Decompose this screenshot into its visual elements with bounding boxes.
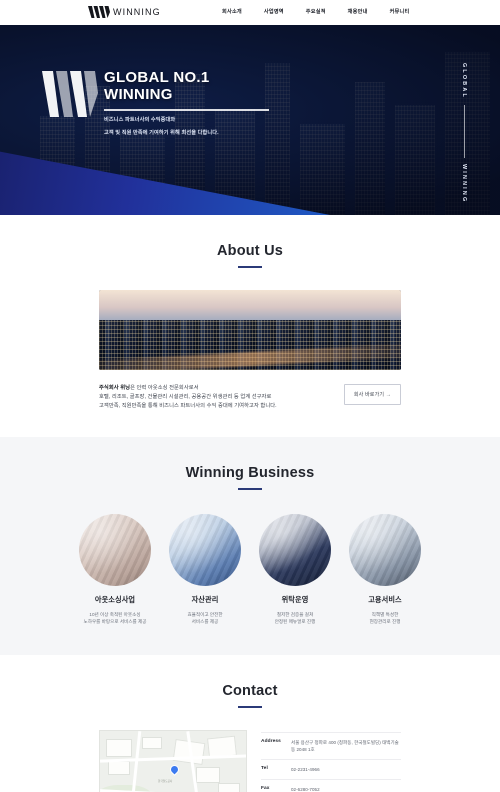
- map-location-pin-icon: [168, 762, 181, 777]
- contact-key: Tel: [261, 766, 268, 771]
- nav-item-community[interactable]: 커뮤니티: [390, 8, 410, 15]
- business-card-title: 고용서비스: [368, 595, 402, 604]
- nav-item-recruit[interactable]: 채용안내: [348, 8, 368, 15]
- hero-subtitle-line2: 고객 및 직원 만족에 기여하기 위해 최선을 다합니다.: [104, 130, 219, 136]
- business-card-desc: 10년 이상 축적된 아웃소싱 노하우를 바탕으로 서비스를 제공: [79, 611, 151, 625]
- hero-content: GLOBAL NO.1 WINNING 비즈니스 파트너사의 수익증대와 고객 …: [42, 69, 302, 137]
- contact-row-fax: Fax 02-6280-7052: [261, 780, 401, 792]
- hero-divider: [104, 109, 269, 111]
- about-line3: 고객만족, 직원만족을 통해 비즈니스 파트너사의 수익 증대에 기여하고자 합…: [99, 403, 277, 409]
- hero-title-line1: GLOBAL NO.1: [104, 69, 210, 86]
- contact-value: 02-2231-4966: [291, 767, 320, 772]
- about-body: 주식회사 위닝은 인력 아웃소싱 전문회사로서 호텔, 리조트, 골프장, 건물…: [99, 384, 401, 411]
- business-card[interactable]: 자산관리 효율적이고 안전한 서비스를 제공: [169, 514, 241, 625]
- business-card-image: [349, 514, 421, 586]
- business-card[interactable]: 고용서비스 직책별 특성한 현장관리로 진행: [349, 514, 421, 625]
- business-section: Winning Business 아웃소싱사업 10년 이상 축적된 아웃소싱 …: [0, 437, 500, 655]
- logo[interactable]: WINNING: [88, 6, 161, 18]
- contact-section: Contact 한국철도공사 Address 서울 용산구 청파로 400 (청…: [0, 655, 500, 792]
- business-card[interactable]: 위탁운영 철저한 검증을 걸쳐 안정된 매뉴얼로 진행: [259, 514, 331, 625]
- contact-key: Address: [261, 739, 281, 744]
- about-title-underline: [238, 266, 262, 268]
- business-card-desc-line2: 안정된 매뉴얼로 진행: [274, 619, 316, 624]
- contact-key: Fax: [261, 786, 270, 791]
- business-card-image: [169, 514, 241, 586]
- location-map[interactable]: 한국철도공사: [99, 730, 247, 792]
- business-card-title: 자산관리: [191, 595, 219, 604]
- winning-w-mark-icon: [88, 6, 110, 18]
- business-title: Winning Business: [185, 465, 315, 481]
- about-line2: 호텔, 리조트, 골프장, 건물관리 시설관리, 공용공간 위생관리 등 업계 …: [99, 394, 272, 400]
- business-card-desc: 효율적이고 안전한 서비스를 제공: [169, 611, 241, 625]
- winning-w-watermark-icon: [42, 71, 98, 117]
- main-nav: 회사소개 사업영역 주요실적 채용안내 커뮤니티: [222, 8, 409, 15]
- business-card-desc-line2: 현장관리로 진행: [369, 619, 401, 624]
- business-card-desc-line1: 효율적이고 안전한: [187, 612, 223, 617]
- business-card-image: [259, 514, 331, 586]
- business-card-title: 아웃소싱사업: [94, 595, 136, 604]
- business-card-desc-line1: 철저한 검증을 걸쳐: [276, 612, 314, 617]
- about-image: [99, 290, 401, 370]
- about-more-button[interactable]: 회사 바로가기 →: [343, 384, 401, 405]
- contact-value: 서울 용산구 청파로 400 (청파동, 한국철도빌딩) 태백기술동 2048 …: [291, 740, 399, 752]
- about-company-name: 주식회사 위닝: [99, 385, 131, 391]
- business-card-image: [79, 514, 151, 586]
- business-card-title: 위탁운영: [281, 595, 309, 604]
- business-card[interactable]: 아웃소싱사업 10년 이상 축적된 아웃소싱 노하우를 바탕으로 서비스를 제공: [79, 514, 151, 625]
- nav-item-company[interactable]: 회사소개: [222, 8, 242, 15]
- hero-vertical-label: GLOBAL WINNING: [456, 63, 472, 203]
- about-paragraph: 주식회사 위닝은 인력 아웃소싱 전문회사로서 호텔, 리조트, 골프장, 건물…: [99, 384, 277, 411]
- hero-title-line2: WINNING: [104, 86, 173, 103]
- logo-text: WINNING: [113, 7, 161, 17]
- contact-info-list: Address 서울 용산구 청파로 400 (청파동, 한국철도빌딩) 태백기…: [261, 730, 401, 792]
- business-card-list: 아웃소싱사업 10년 이상 축적된 아웃소싱 노하우를 바탕으로 서비스를 제공…: [0, 514, 500, 625]
- nav-item-business[interactable]: 사업영역: [264, 8, 284, 15]
- site-header: WINNING 회사소개 사업영역 주요실적 채용안내 커뮤니티: [0, 0, 500, 25]
- business-title-underline: [238, 488, 262, 490]
- business-card-desc: 철저한 검증을 걸쳐 안정된 매뉴얼로 진행: [259, 611, 331, 625]
- contact-title: Contact: [222, 683, 278, 699]
- contact-row-address: Address 서울 용산구 청파로 400 (청파동, 한국철도빌딩) 태백기…: [261, 732, 401, 760]
- business-card-desc-line2: 노하우를 바탕으로 서비스를 제공: [83, 619, 147, 624]
- contact-body: 한국철도공사 Address 서울 용산구 청파로 400 (청파동, 한국철도…: [99, 730, 401, 792]
- hero-vertical-bottom: WINNING: [461, 163, 467, 203]
- about-line1-rest: 은 인력 아웃소싱 전문회사로서: [130, 385, 199, 391]
- contact-value: 02-6280-7052: [291, 787, 320, 792]
- about-title: About Us: [216, 243, 284, 259]
- page-root: WINNING 회사소개 사업영역 주요실적 채용안내 커뮤니티 GLOBAL …: [0, 0, 500, 792]
- business-card-desc-line1: 10년 이상 축적된 아웃소싱: [89, 612, 141, 617]
- business-card-desc-line1: 직책별 특성한: [371, 612, 399, 617]
- hero-banner: GLOBAL NO.1 WINNING 비즈니스 파트너사의 수익증대와 고객 …: [0, 25, 500, 215]
- nav-item-performance[interactable]: 주요실적: [306, 8, 326, 15]
- hero-vertical-top: GLOBAL: [461, 63, 467, 99]
- map-place-label: 한국철도공사: [158, 780, 173, 783]
- about-section: About Us 주식회사 위닝은 인력 아웃소싱 전문회사로서 호텔, 리조트…: [0, 215, 500, 437]
- hero-vertical-line: [463, 104, 465, 158]
- contact-row-tel: Tel 02-2231-4966: [261, 760, 401, 780]
- hero-subtitle-line1: 비즈니스 파트너사의 수익증대와: [104, 117, 176, 123]
- business-card-desc: 직책별 특성한 현장관리로 진행: [349, 611, 421, 625]
- contact-title-underline: [238, 706, 262, 708]
- business-card-desc-line2: 서비스를 제공: [191, 619, 219, 624]
